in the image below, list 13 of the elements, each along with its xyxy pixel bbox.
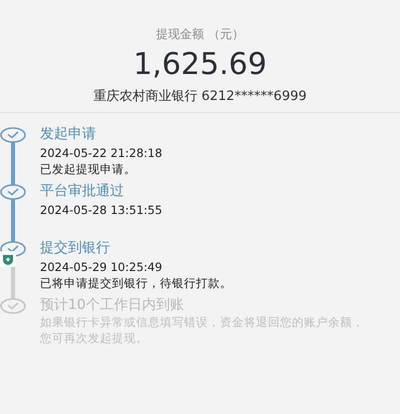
step-title: 提交到银行 [40, 239, 111, 257]
step-note: 已将申请提交到银行，待银行打款。 [40, 275, 233, 291]
shield-icon[interactable] [0, 251, 16, 267]
step-title: 平台审批通过 [40, 182, 125, 200]
step-time: 2024-05-29 10:25:49 [40, 259, 164, 275]
step-title: 预计10个工作日内到账 [40, 296, 185, 314]
amount-label: 提现金额 （元） [156, 26, 244, 43]
step-time: 2024-05-28 13:51:55 [40, 202, 162, 218]
step-time: 2024-05-22 21:28:18 [40, 145, 164, 161]
amount-value: 1,625.69 [133, 47, 267, 83]
step-title: 发起申请 [40, 125, 97, 143]
step-note: 已发起提现申请。 [40, 161, 137, 177]
bank-account: 重庆农村商业银行 6212******6999 [93, 88, 307, 105]
